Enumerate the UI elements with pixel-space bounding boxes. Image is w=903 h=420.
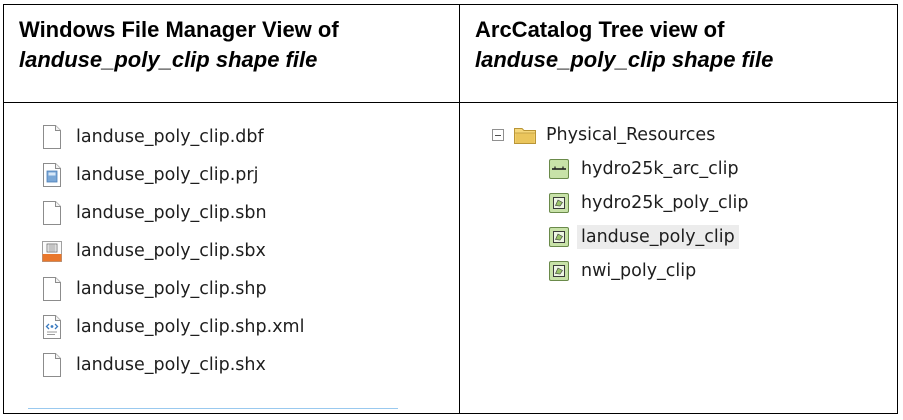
xml-file-icon <box>43 315 61 339</box>
file-row[interactable]: landuse_poly_clip.shx <box>28 346 398 384</box>
list-bottom-divider <box>28 408 398 409</box>
tree-children: hydro25k_arc_clip hydro25k_poly_clip lan… <box>549 152 752 288</box>
file-row[interactable]: landuse_poly_clip.shp <box>28 270 398 308</box>
tree-item-selected[interactable]: landuse_poly_clip <box>549 220 752 254</box>
file-name: landuse_poly_clip.shp <box>76 279 267 299</box>
tree-item-label: landuse_poly_clip <box>577 225 739 249</box>
collapse-icon[interactable] <box>492 129 504 141</box>
blank-file-icon <box>43 353 61 377</box>
left-header-line2: landuse_poly_clip shape file <box>19 47 318 72</box>
blank-file-icon <box>43 201 61 225</box>
right-header-line2: landuse_poly_clip shape file <box>475 47 774 72</box>
file-row[interactable]: landuse_poly_clip.sbx <box>28 232 398 270</box>
file-name: landuse_poly_clip.sbn <box>76 203 267 223</box>
file-name: landuse_poly_clip.sbx <box>76 241 266 261</box>
tree-item[interactable]: nwi_poly_clip <box>549 254 752 288</box>
tree-item-label: hydro25k_poly_clip <box>581 193 749 213</box>
sbx-file-icon <box>42 241 62 262</box>
header-divider <box>4 102 897 103</box>
blank-file-icon <box>43 277 61 301</box>
left-column-header: Windows File Manager View of landuse_pol… <box>4 5 459 102</box>
tree-item[interactable]: hydro25k_poly_clip <box>549 186 752 220</box>
tree-item[interactable]: hydro25k_arc_clip <box>549 152 752 186</box>
windows-file-list: landuse_poly_clip.dbf landuse_poly_clip.… <box>28 118 398 409</box>
tree-item-label: hydro25k_arc_clip <box>581 159 739 179</box>
file-name: landuse_poly_clip.shp.xml <box>76 317 305 337</box>
polygon-feature-class-icon <box>549 261 569 281</box>
tree-item-label: nwi_poly_clip <box>581 261 697 281</box>
file-row[interactable]: landuse_poly_clip.sbn <box>28 194 398 232</box>
file-name: landuse_poly_clip.prj <box>76 165 259 185</box>
tree-root-node[interactable]: Physical_Resources <box>492 118 752 152</box>
file-name: landuse_poly_clip.dbf <box>76 127 264 147</box>
tree-root-label: Physical_Resources <box>546 125 716 145</box>
text-file-icon <box>43 163 61 187</box>
arccatalog-tree: Physical_Resources hydro25k_arc_clip hyd… <box>492 118 752 288</box>
line-feature-class-icon <box>549 159 569 179</box>
file-row[interactable]: landuse_poly_clip.dbf <box>28 118 398 156</box>
polygon-feature-class-icon <box>549 227 569 247</box>
comparison-table: Windows File Manager View of landuse_pol… <box>3 4 898 414</box>
blank-file-icon <box>43 125 61 149</box>
file-name: landuse_poly_clip.shx <box>76 355 266 375</box>
folder-icon <box>514 128 536 144</box>
polygon-feature-class-icon <box>549 193 569 213</box>
left-header-line1: Windows File Manager View of <box>19 17 339 42</box>
file-row[interactable]: landuse_poly_clip.shp.xml <box>28 308 398 346</box>
right-column-header: ArcCatalog Tree view of landuse_poly_cli… <box>460 5 898 102</box>
file-row[interactable]: landuse_poly_clip.prj <box>28 156 398 194</box>
right-header-line1: ArcCatalog Tree view of <box>475 17 725 42</box>
